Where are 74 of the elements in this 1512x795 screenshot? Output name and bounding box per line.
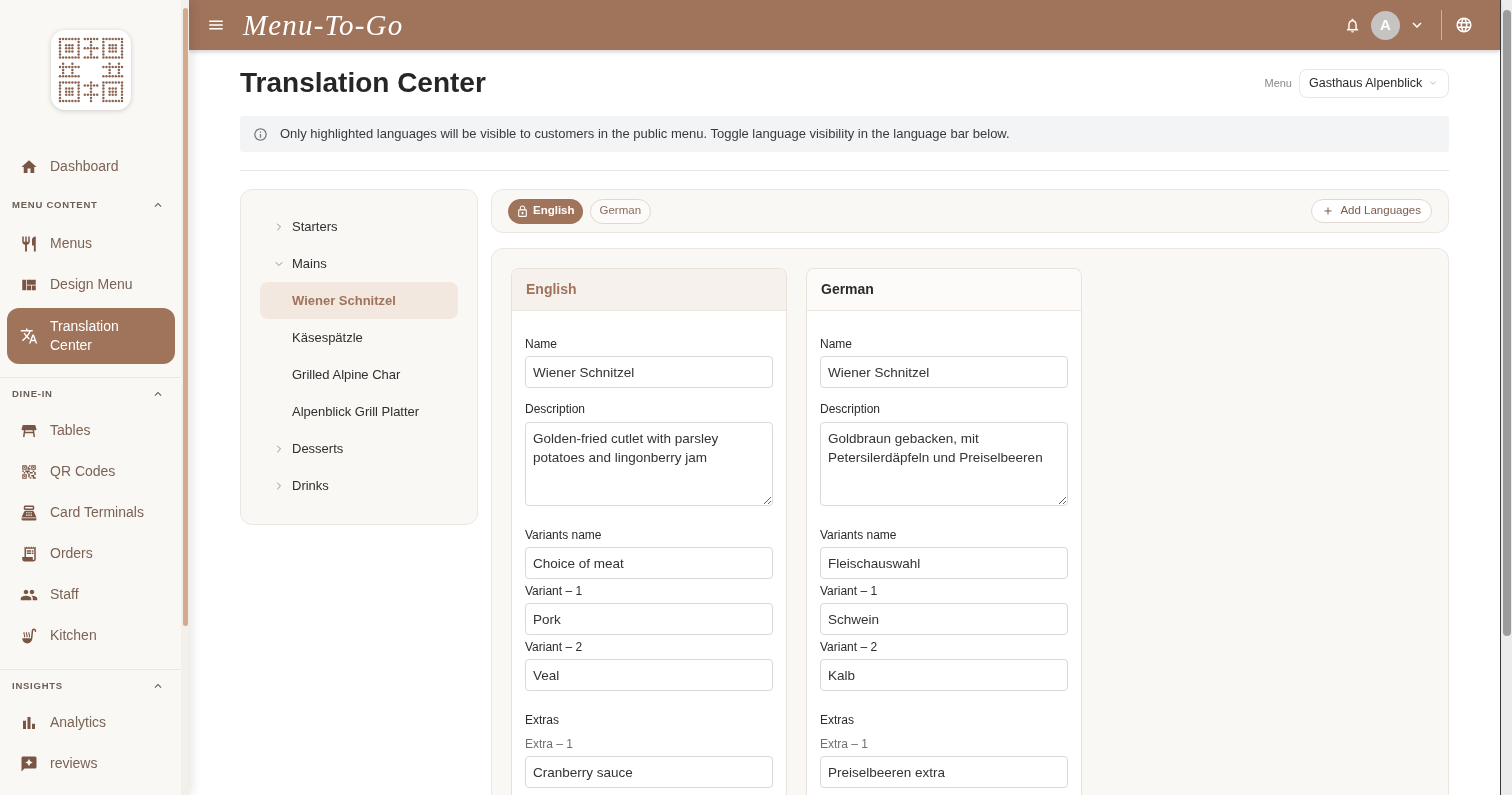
bell-icon[interactable] xyxy=(1344,16,1361,34)
field-label: Name xyxy=(525,336,558,352)
text-field[interactable]: Choice of meat xyxy=(525,547,773,579)
sidebar-item[interactable]: reviews xyxy=(7,743,175,784)
sidebar-item[interactable]: Analytics xyxy=(7,702,175,743)
lock-icon xyxy=(516,204,529,218)
menu-select[interactable]: Gasthaus Alpenblick xyxy=(1299,68,1449,98)
field-label: Variants name xyxy=(820,527,898,543)
text-field[interactable]: Pork xyxy=(525,603,773,635)
field-label: Extra – 1 xyxy=(525,736,575,752)
field-label: Description xyxy=(820,401,882,417)
sidebar-item[interactable]: Card Terminals xyxy=(7,492,175,533)
sidebar-item[interactable]: Design Menu xyxy=(7,264,175,305)
sidebar-item[interactable]: Tables xyxy=(7,410,175,451)
tree-item[interactable]: Desserts xyxy=(260,430,458,467)
tree-item[interactable]: Mains xyxy=(260,245,458,282)
tree-item[interactable]: Alpenblick Grill Platter xyxy=(260,393,458,430)
tree-item[interactable]: Starters xyxy=(260,208,458,245)
qr-logo-icon xyxy=(50,30,131,110)
qr-code-icon xyxy=(20,462,38,481)
tree-item[interactable]: Grilled Alpine Char xyxy=(260,356,458,393)
scrollbar-thumb[interactable] xyxy=(182,8,188,626)
globe-icon[interactable] xyxy=(1455,16,1473,34)
text-field[interactable]: Kalb xyxy=(820,659,1068,691)
text-field[interactable]: Wiener Schnitzel xyxy=(525,356,773,388)
add-languages-button[interactable]: Add Languages xyxy=(1311,199,1432,223)
scrollbar-thumb[interactable] xyxy=(1502,10,1511,636)
card-header: English xyxy=(512,269,786,311)
chevron-down-icon xyxy=(1428,78,1438,88)
language-pill[interactable]: German xyxy=(589,198,652,224)
field-label: Variant – 2 xyxy=(525,639,584,655)
sidebar-item[interactable]: Staff xyxy=(7,574,175,615)
text-field[interactable]: Preiselbeeren extra xyxy=(820,756,1068,788)
text-field[interactable]: Cranberry sauce xyxy=(525,756,773,788)
field-label: Extra – 1 xyxy=(820,736,870,752)
group-heading: Extras xyxy=(820,712,855,728)
page-title: Translation Center xyxy=(240,67,486,99)
text-field[interactable]: Schwein xyxy=(820,603,1068,635)
sidebar-item[interactable]: Kitchen xyxy=(7,615,175,656)
field-label: Variant – 1 xyxy=(525,583,584,599)
app-logo: Menu-To-Go xyxy=(243,8,404,42)
menu-label: Menu xyxy=(1264,75,1292,91)
field-label: Description xyxy=(525,401,587,417)
translate-icon xyxy=(20,327,38,345)
text-area[interactable]: Goldbraun gebacken, mit Petersilerdäpfeln und Preiselbeeren xyxy=(820,422,1068,506)
tree-item[interactable]: Käsespätzle xyxy=(260,319,458,356)
sidebar-item[interactable]: Translation Center xyxy=(7,308,175,364)
sidebar-item[interactable]: QR Codes xyxy=(7,451,175,492)
group-heading: Extras xyxy=(525,712,560,728)
plus-icon xyxy=(1322,205,1335,217)
sidebar-item[interactable]: Menus xyxy=(7,223,175,264)
text-field[interactable]: Fleischauswahl xyxy=(820,547,1068,579)
cash-register-icon xyxy=(20,503,38,522)
field-label: Variant – 1 xyxy=(820,583,879,599)
field-label: Variant – 2 xyxy=(820,639,879,655)
text-area[interactable]: Golden-fried cutlet with parsley potatoes and lingonberry jam xyxy=(525,422,773,506)
section-header[interactable]: DINE-IN xyxy=(0,378,181,410)
field-label: Variants name xyxy=(525,527,603,543)
text-field[interactable]: Wiener Schnitzel xyxy=(820,356,1068,388)
sidebar-item[interactable]: Dashboard xyxy=(7,146,175,187)
sidebar-item[interactable]: Orders xyxy=(7,533,175,574)
star-bubble-icon xyxy=(20,754,38,773)
notice-text: Only highlighted languages will be visible to customers in the public menu. Toggle language visibility in the language bar below. xyxy=(280,125,1010,144)
section-header[interactable]: MENU CONTENT xyxy=(0,187,181,223)
section-header[interactable]: INSIGHTS xyxy=(0,670,181,702)
tree-item[interactable]: Drinks xyxy=(260,467,458,504)
card-header: German xyxy=(807,269,1081,311)
ladle-icon xyxy=(20,626,38,645)
receipt-icon xyxy=(20,544,38,563)
field-label: Name xyxy=(820,336,853,352)
language-pill[interactable]: English xyxy=(508,198,583,224)
fork-knife-icon xyxy=(20,234,38,253)
info-icon xyxy=(253,126,268,142)
text-field[interactable]: Veal xyxy=(525,659,773,691)
